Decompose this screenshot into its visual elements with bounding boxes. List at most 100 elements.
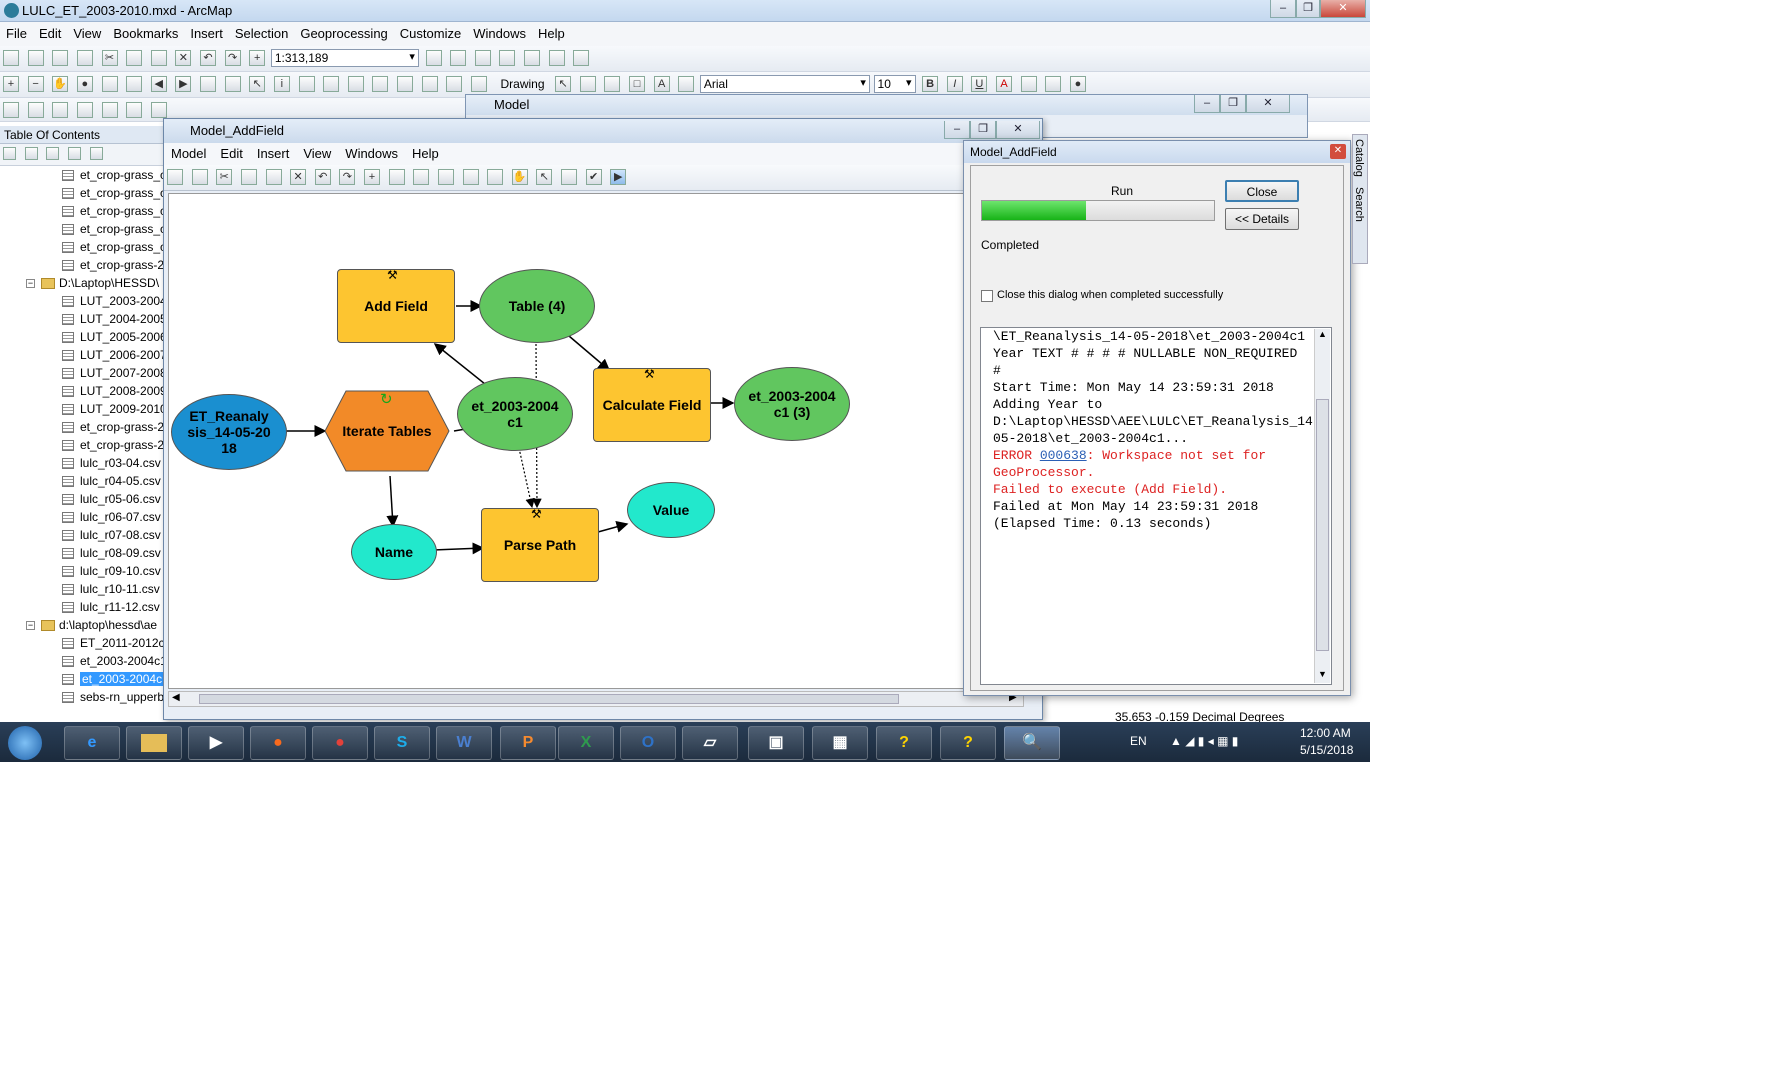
model-print-icon[interactable] bbox=[191, 169, 208, 185]
model-close-button[interactable]: ✕ bbox=[996, 121, 1040, 139]
toc-table-row[interactable]: lulc_r10-11.csv bbox=[62, 582, 160, 600]
modelbuilder-icon[interactable] bbox=[573, 50, 590, 66]
toc-table-row[interactable]: et_2003-2004c1 bbox=[62, 654, 164, 672]
fill-color-icon[interactable] bbox=[1020, 76, 1037, 92]
model-delete-icon[interactable]: ✕ bbox=[290, 169, 307, 185]
toc-table-row[interactable]: LUT_2003-2004 bbox=[62, 294, 164, 312]
find-route-icon[interactable] bbox=[397, 76, 413, 92]
underline-button[interactable]: U bbox=[971, 76, 988, 92]
full-extent-icon[interactable]: ● bbox=[76, 76, 93, 92]
menu-view[interactable]: View bbox=[67, 22, 107, 45]
minimize-button[interactable]: – bbox=[1270, 0, 1296, 18]
layout-zoom-in-icon[interactable] bbox=[3, 102, 19, 118]
menu-windows[interactable]: Windows bbox=[467, 22, 532, 45]
zoom-out-icon[interactable]: − bbox=[27, 76, 44, 92]
layout-zoom-out-icon[interactable] bbox=[27, 102, 44, 118]
pan-model-icon[interactable]: ✋ bbox=[511, 169, 528, 185]
scroll-thumb[interactable] bbox=[199, 694, 899, 704]
model-horizontal-scrollbar[interactable]: ◀ ▶ bbox=[168, 691, 1024, 707]
table-of-contents-icon[interactable] bbox=[450, 50, 467, 66]
line-color-icon[interactable] bbox=[1045, 76, 1062, 92]
close-window-button[interactable]: ✕ bbox=[1320, 0, 1366, 18]
toc-table-row[interactable]: ET_2011-2012c1 bbox=[62, 636, 164, 654]
et-reanalysis-input[interactable]: ET_Reanaly sis_14-05-20 18 bbox=[171, 394, 287, 470]
fixed-zoom-out-icon[interactable] bbox=[126, 76, 143, 92]
menu-bookmarks[interactable]: Bookmarks bbox=[107, 22, 184, 45]
catalog-tab[interactable]: Catalog bbox=[1353, 135, 1365, 177]
table-4-variable[interactable]: Table (4) bbox=[479, 269, 595, 343]
bold-button[interactable]: B bbox=[922, 76, 939, 92]
model-save-icon[interactable] bbox=[167, 169, 183, 185]
paste-icon[interactable] bbox=[150, 50, 167, 66]
zoom-100-icon[interactable] bbox=[76, 102, 93, 118]
full-extent-model-icon[interactable] bbox=[413, 169, 430, 185]
undo-icon[interactable]: ↶ bbox=[200, 50, 216, 66]
rotate-icon[interactable] bbox=[579, 76, 596, 92]
edit-vertices-icon[interactable] bbox=[678, 76, 695, 92]
log-vertical-scrollbar[interactable]: ▲ ▼ bbox=[1314, 329, 1330, 683]
toc-table-row[interactable]: et_crop-grass_c bbox=[62, 168, 164, 186]
log-scroll-down-icon[interactable]: ▼ bbox=[1318, 669, 1327, 679]
toc-folder-row[interactable]: − D:\Laptop\HESSD\ bbox=[26, 276, 159, 294]
log-scroll-up-icon[interactable]: ▲ bbox=[1318, 329, 1327, 339]
toc-table-row[interactable]: et_crop-grass_c bbox=[62, 204, 164, 222]
clock-time[interactable]: 12:00 AM bbox=[1300, 726, 1351, 740]
model-minimize-button[interactable]: – bbox=[944, 121, 970, 139]
close-when-complete-checkbox[interactable] bbox=[981, 290, 993, 302]
toc-table-row[interactable]: lulc_r04-05.csv bbox=[62, 474, 161, 492]
fixed-zoom-in-model-icon[interactable] bbox=[437, 169, 454, 185]
toc-table-row[interactable]: LUT_2004-2005 bbox=[62, 312, 164, 330]
rectangle-icon[interactable]: □ bbox=[629, 76, 646, 92]
outlook-icon[interactable]: O bbox=[620, 726, 676, 760]
help-icon-2[interactable]: ? bbox=[940, 726, 996, 760]
start-button[interactable] bbox=[8, 726, 42, 760]
bg-close-button[interactable]: ✕ bbox=[1246, 95, 1290, 113]
pan-icon[interactable]: ✋ bbox=[52, 76, 69, 92]
toc-table-row[interactable]: lulc_r03-04.csv bbox=[62, 456, 161, 474]
search-tab[interactable]: Search bbox=[1353, 177, 1365, 222]
auto-layout-icon[interactable] bbox=[388, 169, 405, 185]
media-player-icon[interactable]: ▶ bbox=[188, 726, 244, 760]
et-input-variable[interactable]: et_2003-2004 c1 bbox=[457, 377, 573, 451]
save-icon[interactable] bbox=[52, 50, 69, 66]
list-by-visibility-icon[interactable] bbox=[46, 147, 60, 160]
menu-edit[interactable]: Edit bbox=[33, 22, 67, 45]
cut-icon[interactable]: ✂ bbox=[101, 50, 118, 66]
editor-icon[interactable] bbox=[425, 50, 442, 66]
new-icon[interactable] bbox=[3, 50, 19, 66]
model-menu-help[interactable]: Help bbox=[405, 143, 446, 164]
open-icon[interactable] bbox=[27, 50, 44, 66]
add-data-icon[interactable]: + bbox=[249, 50, 266, 66]
clock-date[interactable]: 5/15/2018 bbox=[1300, 743, 1353, 757]
text-icon[interactable]: A bbox=[653, 76, 670, 92]
back-icon[interactable]: ◀ bbox=[150, 76, 167, 92]
toc-options-icon[interactable] bbox=[89, 147, 103, 160]
dialog-close-icon[interactable]: ✕ bbox=[1330, 144, 1346, 159]
italic-button[interactable]: I bbox=[946, 76, 963, 92]
select-elements-icon[interactable]: ↖ bbox=[249, 76, 266, 92]
toc-table-row[interactable]: LUT_2005-2006 bbox=[62, 330, 164, 348]
scroll-left-icon[interactable]: ◀ bbox=[172, 692, 180, 703]
menu-file[interactable]: File bbox=[0, 22, 33, 45]
menu-customize[interactable]: Customize bbox=[394, 22, 467, 45]
marker-color-icon[interactable]: ● bbox=[1069, 76, 1086, 92]
model-restore-button[interactable]: ❐ bbox=[970, 121, 996, 139]
layout-pan-icon[interactable] bbox=[52, 102, 69, 118]
chrome-icon[interactable]: ● bbox=[312, 726, 368, 760]
font-name-combo[interactable]: Arial bbox=[699, 75, 870, 93]
collapse-icon[interactable]: − bbox=[26, 621, 35, 631]
help-icon[interactable]: ? bbox=[876, 726, 932, 760]
menu-selection[interactable]: Selection bbox=[229, 22, 294, 45]
toc-table-row[interactable]: et_crop-grass_c bbox=[62, 240, 164, 258]
internet-explorer-icon[interactable]: e bbox=[64, 726, 120, 760]
run-model-icon[interactable]: ▶ bbox=[610, 169, 627, 185]
log-scroll-thumb[interactable] bbox=[1316, 399, 1329, 651]
close-button[interactable]: Close bbox=[1225, 180, 1299, 202]
map-scale-combo[interactable]: 1:313,189 bbox=[270, 49, 419, 67]
layout-fixed-out-icon[interactable] bbox=[150, 102, 167, 118]
toc-table-row[interactable]: et_2003-2004c1 bbox=[62, 672, 164, 690]
iterate-tables-iterator[interactable]: Iterate Tables ↻ bbox=[324, 390, 450, 472]
zoom-whole-page-icon[interactable] bbox=[604, 76, 621, 92]
model-menu-insert[interactable]: Insert bbox=[250, 143, 297, 164]
toc-table-row[interactable]: lulc_r08-09.csv bbox=[62, 546, 161, 564]
